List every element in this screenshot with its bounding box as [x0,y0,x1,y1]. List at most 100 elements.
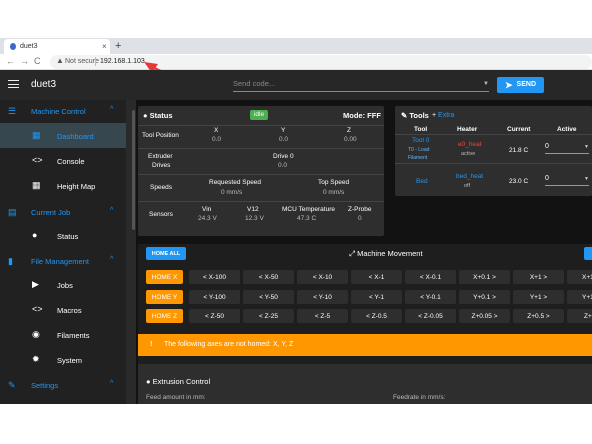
divider [138,125,384,126]
code-input[interactable]: Send code... [233,79,489,92]
move-y-button[interactable]: < Y-1 [351,290,402,304]
move-label: Y-1 [374,294,384,301]
info-icon: ● [32,230,38,240]
move-label: X+10 [582,274,592,281]
move-z-button[interactable]: Z+0.05 > [459,309,510,323]
home-x-button[interactable]: HOME X [146,270,183,284]
back-button[interactable]: ← [6,56,15,66]
sidebar-section-settings[interactable]: ✎ Settings ^ [0,374,126,396]
move-x-button[interactable]: < X-10 [297,270,348,284]
move-x-button[interactable]: < X-0.1 [405,270,456,284]
sidebar-item-console[interactable]: <> Console [0,148,126,173]
top-speed-value: 0 mm/s [323,189,345,196]
menu-icon[interactable] [8,80,19,88]
move-x-button[interactable]: < X-50 [243,270,294,284]
sidebar-section-file-management[interactable]: ▮ File Management ^ [0,250,126,272]
compensation-button[interactable] [584,247,592,260]
sensor-zprobe-value: 0 [358,215,362,222]
sidebar-section-current-job[interactable]: ▤ Current Job ^ [0,201,126,223]
move-z-button[interactable]: < Z-5 [297,309,348,323]
chevron-down-icon: ▼ [584,144,589,150]
tool0-link[interactable]: Tool 0 [412,137,429,144]
move-label: X-10 [318,274,333,281]
move-x-button[interactable]: < X-1 [351,270,402,284]
divider [395,163,592,164]
send-icon: ➤ [505,80,513,90]
tool0-active-value: 0 [545,143,549,150]
bed-link[interactable]: Bed [416,178,428,185]
tool0-heater[interactable]: e0_heat [458,141,482,148]
move-z-button[interactable]: < Z-0.05 [405,309,456,323]
move-z-button[interactable]: < Z-0.5 [351,309,402,323]
code-icon: <> [32,304,43,314]
wrench-icon: ✎ [401,111,408,120]
tab-close-icon[interactable]: × [102,42,107,51]
move-y-button[interactable]: < Y-100 [189,290,240,304]
url-text[interactable]: 192.168.1.103 [100,58,145,65]
sidebar-item-dashboard[interactable]: ▦ Dashboard [0,123,126,148]
axis-z-value: 0.00 [344,136,357,143]
browser-tab[interactable]: duet3 × [4,39,110,54]
move-label: Y+10 [582,294,592,301]
home-y-button[interactable]: HOME Y [146,290,183,304]
move-y-button[interactable]: Y+10 > [567,290,592,304]
chevron-right-icon: > [491,313,498,320]
sidebar-item-label: Jobs [57,281,73,290]
tool0-load-filament-link[interactable]: T0 - Load Filament [408,146,442,162]
move-y-button[interactable]: < Y-0.1 [405,290,456,304]
mode-label: Mode: FFF [343,111,381,120]
drop-icon: ● [146,377,151,386]
printer-icon: ▤ [8,207,17,217]
warning-triangle-icon[interactable]: ▲ [56,56,64,65]
move-y-button[interactable]: < Y-50 [243,290,294,304]
sidebar-item-jobs[interactable]: ▶ Jobs [0,272,126,297]
drive0-label: Drive 0 [273,153,294,160]
favicon-icon [10,43,16,50]
bed-heater[interactable]: bed_heat [456,173,483,180]
reload-button[interactable]: C [34,56,41,66]
move-y-button[interactable]: < Y-10 [297,290,348,304]
move-x-button[interactable]: X+1 > [513,270,564,284]
bed-active-select[interactable]: 0 ▼ [545,175,589,186]
move-z-button[interactable]: Z+5 > [567,309,592,323]
move-label: Y+1 [529,294,542,301]
tool0-active-select[interactable]: 0 ▼ [545,143,589,154]
sidebar-item-label: Console [57,157,85,166]
chevron-right-icon: > [490,294,496,301]
chevron-right-icon: > [544,313,550,320]
sidebar-item-filaments[interactable]: ◉ Filaments [0,322,126,347]
gear-icon: ✹ [32,354,40,364]
sidebar-section-machine-control[interactable]: ☰ Machine Control ^ [0,100,126,122]
move-x-button[interactable]: < X-100 [189,270,240,284]
status-dot-icon: ● [143,111,148,120]
extra-tab[interactable]: + Extra [432,112,454,119]
section-label: Settings [31,381,59,390]
new-tab-button[interactable]: + [115,40,121,52]
sidebar-item-height-map[interactable]: ▦ Height Map [0,173,126,198]
move-label: Z-50 [210,313,224,320]
chevron-down-icon[interactable]: ▼ [483,81,489,87]
move-x-button[interactable]: X+10 > [567,270,592,284]
move-z-button[interactable]: Z+0.5 > [513,309,564,323]
sensor-vin-value: 24.3 V [198,215,217,222]
move-y-button[interactable]: Y+0.1 > [459,290,510,304]
sidebar-item-system[interactable]: ✹ System [0,347,126,372]
divider [138,174,384,175]
url-separator [95,57,96,66]
extrusion-title: ● Extrusion Control [146,377,210,386]
tools-header-tool: Tool [414,126,428,133]
sidebar-item-label: Filaments [57,331,90,340]
move-x-button[interactable]: X+0.1 > [459,270,510,284]
home-all-button[interactable]: HOME ALL [146,247,186,260]
send-button[interactable]: ➤ SEND [497,77,544,93]
move-y-button[interactable]: Y+1 > [513,290,564,304]
move-z-button[interactable]: < Z-50 [189,309,240,323]
sidebar-item-macros[interactable]: <> Macros [0,297,126,322]
sensors-label: Sensors [149,211,173,218]
home-z-button[interactable]: HOME Z [146,309,183,323]
forward-button[interactable]: → [20,56,29,66]
scrollbar[interactable] [132,110,135,230]
move-z-button[interactable]: < Z-25 [243,309,294,323]
move-label: X-100 [208,274,226,281]
sidebar-item-status[interactable]: ● Status [0,223,126,248]
